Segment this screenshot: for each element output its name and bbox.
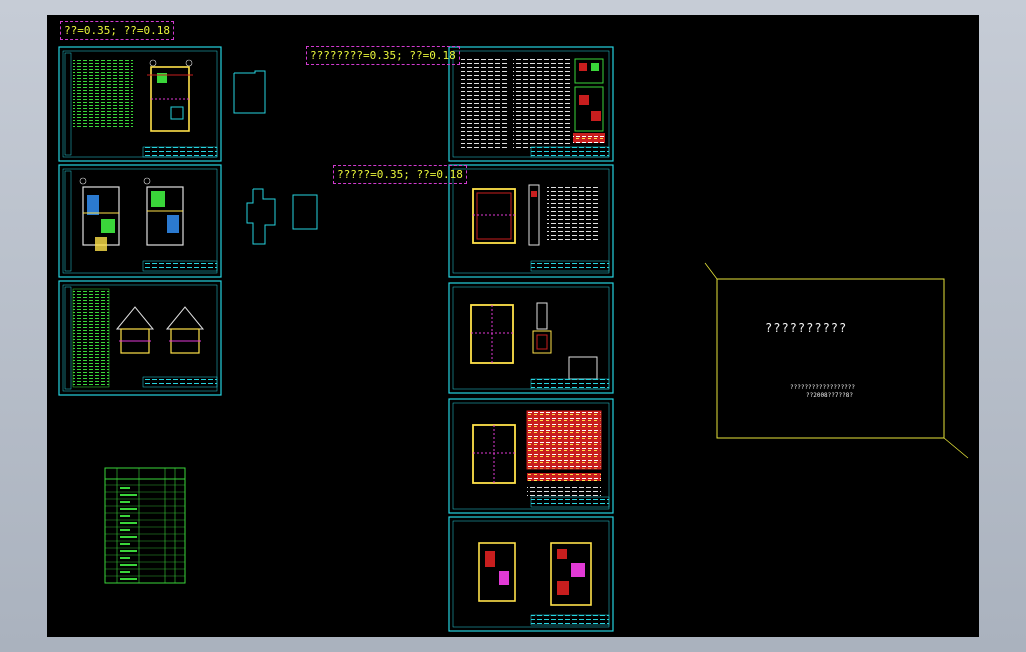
cover-title: ?????????? xyxy=(765,321,848,335)
index-row-text xyxy=(120,487,130,489)
sheet-right-4[interactable] xyxy=(448,398,614,514)
sheet-right-3[interactable] xyxy=(448,282,614,394)
note-box-2[interactable]: ????????=0.35; ??=0.18 xyxy=(306,46,460,65)
sheet-left-3[interactable] xyxy=(58,280,222,396)
drawing-index-table[interactable] xyxy=(104,467,186,584)
index-row-text xyxy=(120,529,130,531)
index-row-text xyxy=(120,543,130,545)
index-row-text xyxy=(120,578,137,580)
index-row-text xyxy=(120,550,137,552)
cover-subtitle-2: ??2008??7??8? xyxy=(806,392,853,399)
index-row-text xyxy=(120,515,130,517)
sheet-right-2[interactable] xyxy=(448,164,614,278)
note-box-3[interactable]: ?????=0.35; ??=0.18 xyxy=(333,165,467,184)
index-row-text xyxy=(120,557,130,559)
index-row-text xyxy=(120,501,130,503)
index-row-text xyxy=(120,571,130,573)
note-box-1[interactable]: ??=0.35; ??=0.18 xyxy=(60,21,174,40)
sheet-left-1[interactable] xyxy=(58,46,222,162)
index-row-text xyxy=(120,522,137,524)
sheet-right-5[interactable] xyxy=(448,516,614,632)
cover-sheet[interactable] xyxy=(704,262,969,459)
index-row-text xyxy=(120,494,137,496)
index-row-text xyxy=(120,508,137,510)
cover-subtitle-1: ?????????????????? xyxy=(790,384,856,391)
sheet-right-1[interactable] xyxy=(448,46,614,162)
index-row-text xyxy=(120,564,137,566)
cad-model-space[interactable]: ??=0.35; ??=0.18 ????????=0.35; ??=0.18 … xyxy=(47,15,979,637)
sheet-left-2[interactable] xyxy=(58,164,222,278)
outline-shapes xyxy=(233,70,318,245)
index-row-text xyxy=(120,536,137,538)
